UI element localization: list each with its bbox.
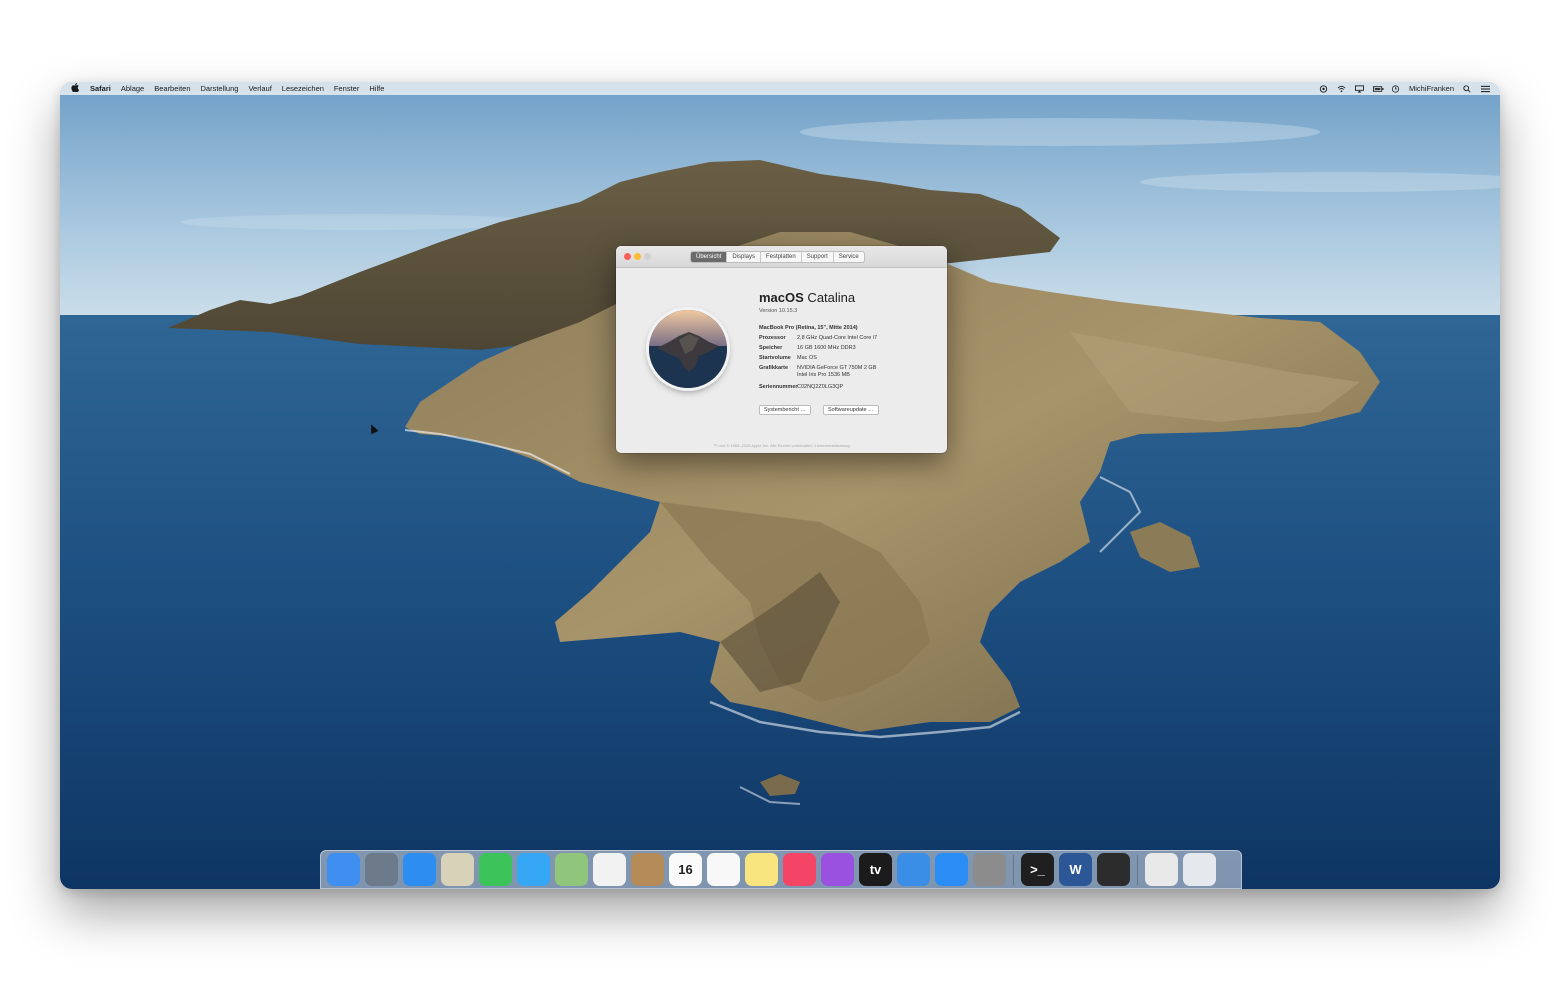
spec-startup-disk: Startvolume Mac OS	[759, 355, 817, 362]
dock-separator	[1137, 854, 1138, 885]
spec-key: Speicher	[759, 345, 783, 351]
spec-value: C02NQ2Z0LG3QP	[797, 384, 844, 390]
clock-icon[interactable]	[1391, 84, 1400, 93]
maps-icon[interactable]	[555, 853, 588, 886]
messages-icon[interactable]	[517, 853, 550, 886]
spec-value: 2,8 GHz Quad-Core Intel Core i7	[797, 335, 878, 341]
finder-icon[interactable]	[327, 853, 360, 886]
search-icon[interactable]	[1463, 84, 1472, 93]
spec-graphics: Grafikkarte NVIDIA GeForce GT 750M 2 GB …	[759, 365, 876, 379]
battery-icon[interactable]	[1372, 85, 1384, 93]
spec-value: 16 GB 1600 MHz DDR3	[797, 345, 856, 351]
music-icon[interactable]	[783, 853, 816, 886]
podcasts-icon[interactable]	[821, 853, 854, 886]
tab-support[interactable]: Support	[802, 252, 834, 262]
menu-ablage[interactable]: Ablage	[121, 84, 144, 93]
word-icon[interactable]: W	[1059, 853, 1092, 886]
dock-separator	[1013, 854, 1014, 885]
menu-app-safari[interactable]: Safari	[90, 84, 111, 93]
system-report-button[interactable]: Systembericht …	[759, 405, 811, 415]
spec-value: Mac OS	[797, 355, 817, 361]
spec-value-group: NVIDIA GeForce GT 750M 2 GB Intel Iris P…	[797, 365, 876, 379]
contacts-icon[interactable]	[631, 853, 664, 886]
menu-lesezeichen[interactable]: Lesezeichen	[282, 84, 324, 93]
tv-icon[interactable]: tv	[859, 853, 892, 886]
tv-label: tv	[869, 862, 882, 877]
catalina-wallpaper	[60, 82, 1500, 889]
spec-value: NVIDIA GeForce GT 750M 2 GB	[797, 365, 877, 371]
menu-bar: Safari Ablage Bearbeiten Darstellung Ver…	[60, 82, 1500, 95]
terminal-label: >_	[1030, 862, 1045, 877]
spec-serial: Seriennummer C02NQ2Z0LG3QP	[759, 384, 843, 391]
control-icon[interactable]	[1319, 84, 1328, 93]
screenshot-icon[interactable]	[1145, 853, 1178, 886]
tab-uebersicht[interactable]: Übersicht	[691, 252, 728, 262]
os-name: macOS Catalina	[759, 290, 855, 305]
tab-service[interactable]: Service	[834, 252, 864, 262]
tab-festplatten[interactable]: Festplatten	[761, 252, 802, 262]
spec-key: Seriennummer	[759, 384, 798, 390]
notes-icon[interactable]	[745, 853, 778, 886]
menu-darstellung[interactable]: Darstellung	[201, 84, 239, 93]
system-preferences-icon[interactable]	[973, 853, 1006, 886]
spec-value-secondary: Intel Iris Pro 1536 MB	[797, 372, 850, 378]
spec-key: Grafikkarte	[759, 365, 789, 371]
calendar-icon[interactable]: 16	[669, 853, 702, 886]
app-store-icon[interactable]	[935, 853, 968, 886]
menu-list-icon[interactable]	[1481, 85, 1490, 93]
desktop-screen: Safari Ablage Bearbeiten Darstellung Ver…	[60, 82, 1500, 889]
spec-processor: Prozessor 2,8 GHz Quad-Core Intel Core i…	[759, 335, 877, 342]
software-update-button[interactable]: Softwareupdate …	[823, 405, 879, 415]
os-name-release: Catalina	[803, 290, 856, 305]
terminal-icon[interactable]: >_	[1021, 853, 1054, 886]
about-this-mac-window: Übersicht Displays Festplatten Support S…	[616, 246, 947, 453]
facetime-icon[interactable]	[479, 853, 512, 886]
minimize-button[interactable]	[634, 253, 641, 260]
menu-fenster[interactable]: Fenster	[334, 84, 359, 93]
word-label: W	[1069, 862, 1082, 877]
tab-displays[interactable]: Displays	[727, 252, 762, 262]
photos-icon[interactable]	[593, 853, 626, 886]
spec-key: Prozessor	[759, 335, 786, 341]
calendar-label: 16	[678, 862, 693, 877]
airplay-icon[interactable]	[1354, 84, 1364, 93]
os-version: Version 10.15.3	[759, 308, 798, 314]
spec-memory: Speicher 16 GB 1600 MHz DDR3	[759, 345, 856, 352]
menu-verlauf[interactable]: Verlauf	[248, 84, 271, 93]
wifi-icon[interactable]	[1337, 85, 1346, 93]
menu-hilfe[interactable]: Hilfe	[369, 84, 384, 93]
dock: 16 tv >_ W	[320, 850, 1242, 889]
tab-bar: Übersicht Displays Festplatten Support S…	[690, 251, 865, 263]
user-name[interactable]: MichiFranken	[1409, 84, 1454, 93]
keynote-icon[interactable]	[897, 853, 930, 886]
apple-menu-icon[interactable]	[70, 83, 80, 94]
macos-catalina-logo-icon	[649, 310, 727, 388]
menu-bearbeiten[interactable]: Bearbeiten	[154, 84, 190, 93]
mac-model: MacBook Pro (Retina, 15", Mitte 2014)	[759, 325, 858, 331]
safari-icon[interactable]	[403, 853, 436, 886]
os-name-brand: macOS	[759, 290, 804, 305]
copyright-footer: ™ und © 1983–2020 Apple Inc. Alle Rechte…	[713, 443, 850, 448]
window-titlebar[interactable]: Übersicht Displays Festplatten Support S…	[616, 246, 947, 268]
screen-recorder-icon[interactable]	[1097, 853, 1130, 886]
zoom-button[interactable]	[644, 253, 651, 260]
close-button[interactable]	[624, 253, 631, 260]
trash-icon[interactable]	[1183, 853, 1216, 886]
reminders-icon[interactable]	[707, 853, 740, 886]
spec-key: Startvolume	[759, 355, 791, 361]
launchpad-icon[interactable]	[365, 853, 398, 886]
preview-icon[interactable]	[441, 853, 474, 886]
